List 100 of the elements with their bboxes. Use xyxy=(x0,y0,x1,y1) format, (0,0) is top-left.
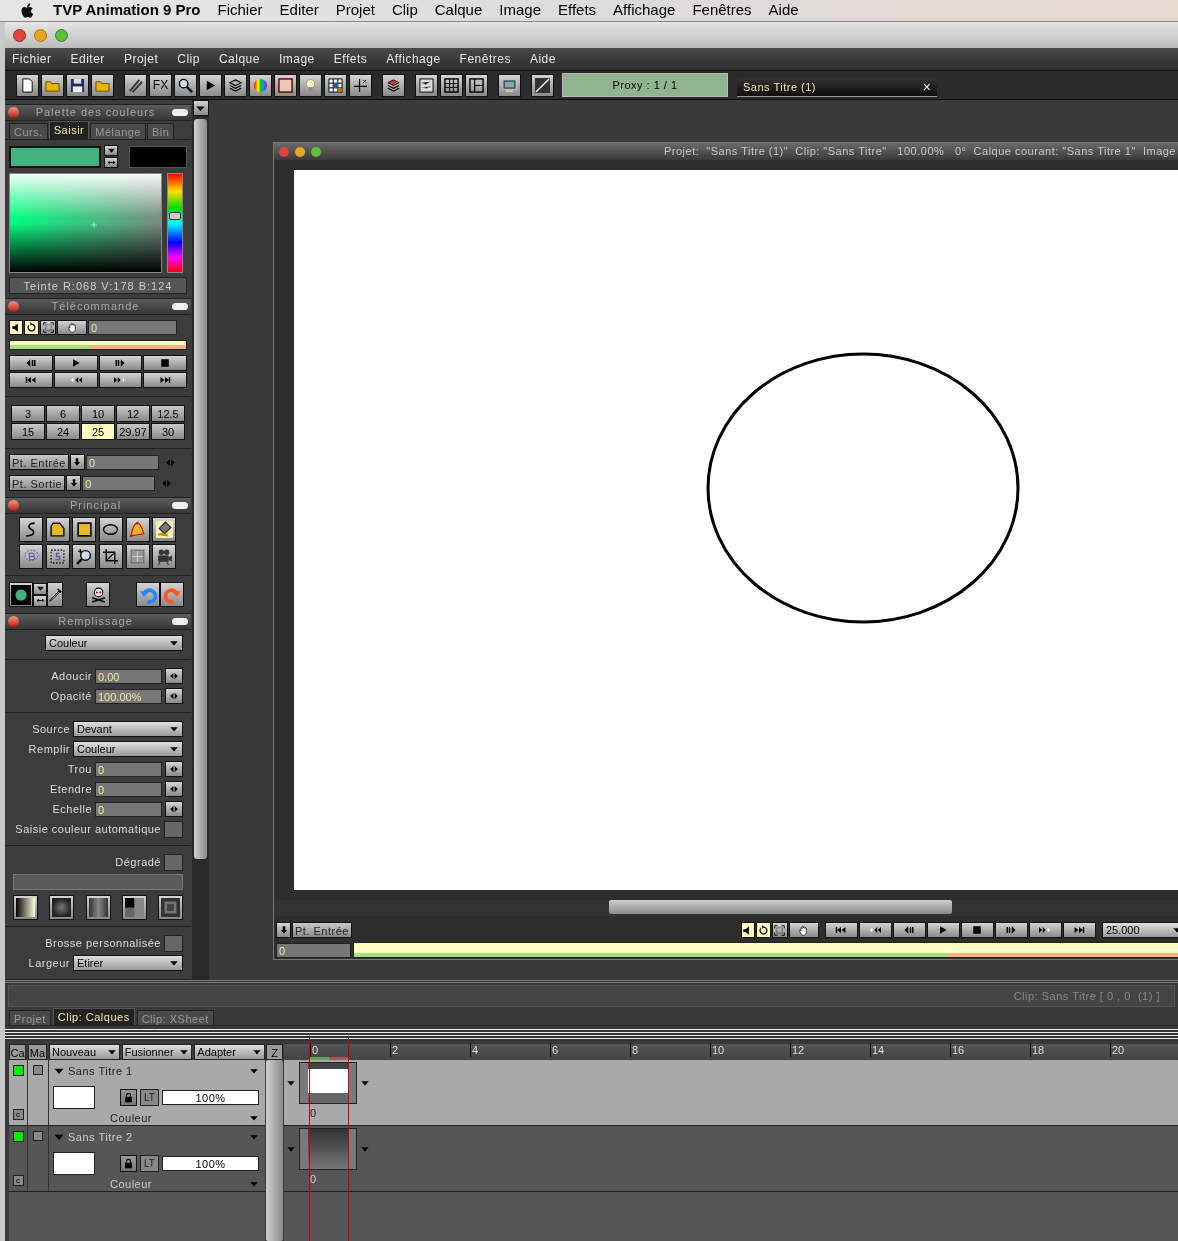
panel-title: Remplissage xyxy=(57,614,134,630)
menu-item[interactable]: Editer xyxy=(70,50,105,68)
panel-tab[interactable]: Clip: Calques xyxy=(52,1008,135,1025)
ruler-label: 10 xyxy=(710,1043,725,1057)
field-label: Source xyxy=(32,721,70,737)
lt-button[interactable]: LT xyxy=(140,1154,159,1172)
status-text: Clip: Sans Titre [ 0 , 0 (1) ] xyxy=(1013,988,1160,1004)
out-point-button[interactable]: Pt. Sortie xyxy=(9,475,66,491)
window-info: Projet: "Sans Titre (1)" Clip: "Sans Titre" 100.00% 0° Calque courant: "Sans Titre 1" Image xyxy=(663,144,1177,160)
field-label: Remplir xyxy=(28,741,70,757)
checkbox-label: Saisie couleur automatique xyxy=(15,821,161,837)
fps-dropdown[interactable]: 25.000 xyxy=(1101,922,1178,938)
frame-rate-button[interactable]: 25 xyxy=(81,423,115,440)
ruler-label: 14 xyxy=(870,1043,885,1057)
blend-mode-dropdown[interactable]: Couleur xyxy=(110,1175,153,1192)
ruler-label: 2 xyxy=(390,1043,399,1057)
tab-label: Sans Titre (1) xyxy=(743,79,817,95)
field-label: Opacité xyxy=(50,688,92,704)
document-tab[interactable]: Sans Titre (1) × xyxy=(737,78,937,97)
value-dropdown[interactable]: Devant xyxy=(73,721,183,737)
opacity-field[interactable]: 100% xyxy=(162,1155,259,1171)
point-field[interactable]: 0 xyxy=(82,475,156,491)
frame-rate-button[interactable]: 30 xyxy=(151,423,185,440)
layer-name[interactable]: Sans Titre 1 xyxy=(68,1063,246,1080)
blend-mode-dropdown[interactable]: Couleur xyxy=(110,1109,153,1126)
frame-rate-button[interactable]: 3 xyxy=(11,405,45,422)
proxy-indicator: Proxy : 1 / 1 xyxy=(562,73,728,97)
menu-item[interactable]: Image xyxy=(278,50,315,68)
menu-item[interactable]: Calque xyxy=(218,50,260,68)
panel-title: Télécommande xyxy=(50,299,141,315)
fx-button[interactable]: FX xyxy=(149,73,172,97)
menu-item[interactable]: Affichage xyxy=(613,0,676,22)
value-dropdown[interactable]: Couleur xyxy=(73,741,183,757)
menu-item[interactable]: Fichier xyxy=(12,50,52,68)
ruler-label: 8 xyxy=(630,1043,639,1057)
value-field[interactable]: 0 xyxy=(95,801,162,817)
ruler-label: 12 xyxy=(790,1043,805,1057)
checkbox-label: Dégradé xyxy=(115,854,161,870)
in-point-button[interactable]: Pt. Entrée xyxy=(9,454,69,470)
menu-item[interactable]: Fichier xyxy=(217,0,263,22)
palette-tab[interactable]: Saisir xyxy=(48,121,90,139)
opacity-field[interactable]: 100% xyxy=(162,1089,259,1105)
menu-item[interactable]: Clip xyxy=(177,50,200,68)
value-field[interactable]: 0 xyxy=(95,761,162,777)
frame-rate-button[interactable]: 12.5 xyxy=(151,405,185,422)
frame-counter-field[interactable]: 0 xyxy=(88,320,177,335)
menu-item[interactable]: Image xyxy=(499,0,541,22)
menu-item[interactable]: Effets xyxy=(558,0,597,22)
frame-rate-button[interactable]: 29.97 xyxy=(116,423,150,440)
ruler-label: 4 xyxy=(470,1043,479,1057)
color-tag[interactable]: c xyxy=(12,1175,24,1186)
column-header: Ma xyxy=(28,1044,47,1060)
frame-rate-button[interactable]: 12 xyxy=(116,405,150,422)
menu-item[interactable]: Affichage xyxy=(386,50,441,68)
field-label: Trou xyxy=(67,761,92,777)
column-menu[interactable]: Fusionner xyxy=(121,1044,193,1060)
frame-rate-button[interactable]: 6 xyxy=(46,405,80,422)
color-readout: Teinte R:068 V:178 B:124 xyxy=(9,277,187,294)
menu-item[interactable]: Editer xyxy=(279,0,319,22)
menu-item[interactable]: Projet xyxy=(335,0,375,22)
app-name: TVP Animation 9 Pro xyxy=(53,0,201,21)
column-menu[interactable]: Nouveau xyxy=(49,1044,120,1060)
menu-item[interactable]: Aide xyxy=(529,50,556,68)
menu-item[interactable]: Fenêtres xyxy=(459,50,511,68)
frame-counter-field[interactable]: 0 xyxy=(276,942,351,958)
panel-title: Principal xyxy=(68,498,123,514)
layer-row[interactable]: c Sans Titre 1 LT 100% Couleur xyxy=(9,1060,265,1126)
in-point-button[interactable]: Pt. Entrée xyxy=(292,922,352,938)
menu-item[interactable]: Clip xyxy=(391,0,418,22)
value-dropdown[interactable]: Etirer xyxy=(73,955,183,971)
checkbox-label: Brosse personnalisée xyxy=(45,935,161,951)
frame-number: 0 xyxy=(310,1172,318,1187)
point-field[interactable]: 0 xyxy=(85,454,159,470)
frame-rate-button[interactable]: 15 xyxy=(11,423,45,440)
ruler-label: 18 xyxy=(1030,1043,1045,1057)
menu-item[interactable]: Effets xyxy=(333,50,368,68)
close-button[interactable]: × xyxy=(922,80,931,94)
column-menu[interactable]: Adapter xyxy=(194,1044,265,1060)
menu-item[interactable]: Calque xyxy=(434,0,483,22)
value-field[interactable]: 0 xyxy=(95,781,162,797)
column-header: Z xyxy=(266,1044,283,1060)
fill-mode-dropdown[interactable]: Couleur xyxy=(45,635,183,651)
lt-button[interactable]: LT xyxy=(140,1088,159,1106)
frame-rate-button[interactable]: 24 xyxy=(46,423,80,440)
ruler-label: 20 xyxy=(1110,1043,1125,1057)
layer-name[interactable]: Sans Titre 2 xyxy=(68,1129,246,1146)
menu-item[interactable]: Projet xyxy=(123,50,159,68)
value-field[interactable]: 0.00 xyxy=(95,668,162,684)
frame-number: 0 xyxy=(310,1106,318,1121)
column-header: Ca xyxy=(9,1044,26,1060)
field-label: Etendre xyxy=(49,781,92,797)
frame-rate-button[interactable]: 10 xyxy=(81,405,115,422)
menu-item[interactable]: Aide xyxy=(768,0,799,22)
field-label: Echelle xyxy=(52,801,92,817)
value-field[interactable]: 100.00% xyxy=(95,688,162,704)
color-tag[interactable]: c xyxy=(12,1109,24,1120)
panel-title: Palette des couleurs xyxy=(34,105,157,121)
menu-item[interactable]: Fenêtres xyxy=(692,0,752,22)
layer-row[interactable]: c Sans Titre 2 LT 100% Couleur xyxy=(9,1126,265,1192)
field-label: Adoucir xyxy=(51,668,92,684)
